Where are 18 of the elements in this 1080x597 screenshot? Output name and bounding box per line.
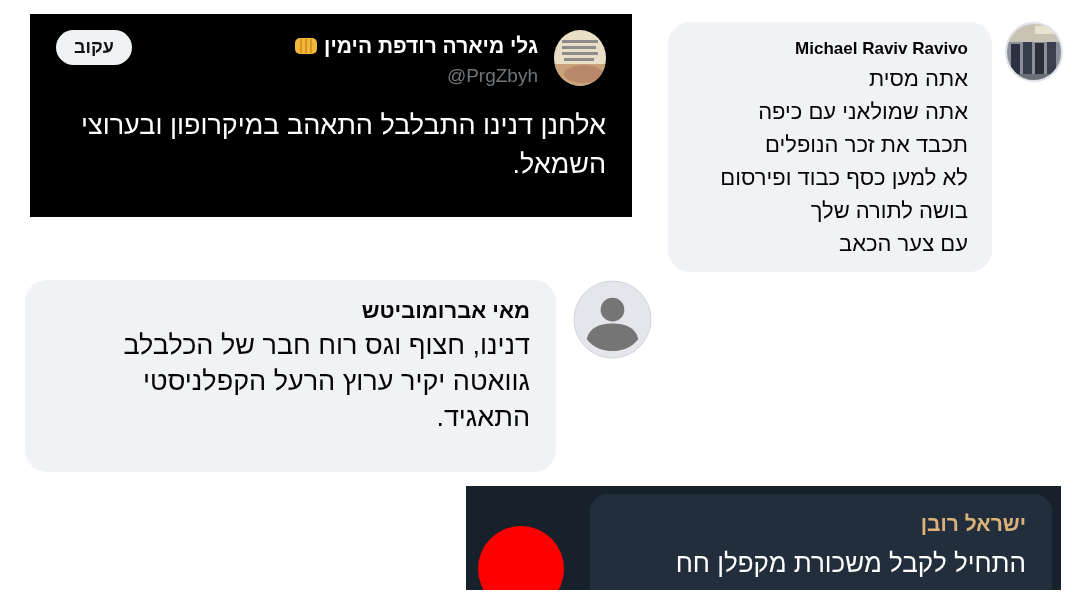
sender-name[interactable]: ישראל רובן <box>616 508 1026 540</box>
commenter-name[interactable]: Michael Raviv Ravivo <box>692 36 968 62</box>
follow-button[interactable]: עקוב <box>56 30 132 65</box>
comment-text: אתה מסית <box>867 64 968 93</box>
comment-text: התאגיד. <box>435 401 530 434</box>
avatar-icon <box>573 280 652 359</box>
comment-text: אתה שמולאני עם כיפה <box>757 97 968 126</box>
commenter-name[interactable]: מאי אברומוביטש <box>51 294 530 327</box>
comment-text: בושה לתורה שלך <box>809 196 968 225</box>
user-handle[interactable]: @PrgZbyh <box>294 61 538 90</box>
tweet-text: אלחנן דנינו התבלבל התאהב במיקרופון ובערוצי השמאל. <box>79 109 606 182</box>
comment-text: עם צער הכאב <box>838 229 968 258</box>
message-text: התחיל לקבל משכורת מקפלן חח <box>674 546 1026 580</box>
comment-text: דנינו, חצוף וגס רוח חבר של הכלבלב <box>122 329 530 362</box>
author-name[interactable]: גלי מיארה רודפת הימין <box>324 30 538 62</box>
comment-text: גוואטה יקיר ערוץ הרעל הקפלניסטי <box>142 365 530 398</box>
comment-text: לא למען כסף כבוד ופירסום <box>719 163 968 192</box>
comment-text: תכבד את זכר הנופלים <box>764 130 968 159</box>
